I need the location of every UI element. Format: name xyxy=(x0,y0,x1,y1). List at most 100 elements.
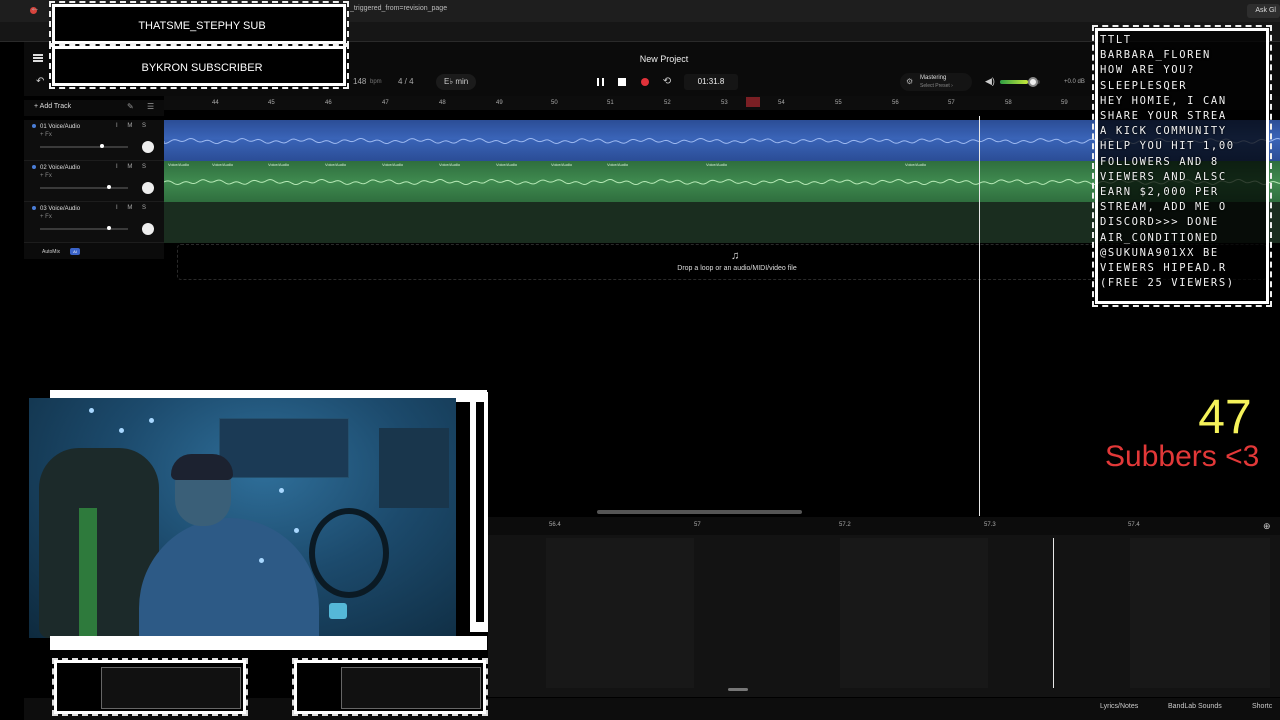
clip-label[interactable]: Voice/Audio xyxy=(212,162,233,167)
add-track-button[interactable]: + Add Track xyxy=(34,103,71,110)
chat-line: @SUKUNA901XX BE xyxy=(1100,246,1219,259)
drop-zone-text: Drop a loop or an audio/MIDI/video file xyxy=(677,265,797,272)
mute-solo-buttons[interactable]: I M S xyxy=(116,205,150,211)
chat-line: FOLLOWERS AND 8 xyxy=(1100,155,1219,168)
ask-button[interactable]: Ask Gl xyxy=(1247,4,1280,18)
overlay-pane xyxy=(101,667,241,709)
master-volume-knob[interactable] xyxy=(1028,77,1038,87)
sub-alert-text: THATSME_STEPHY SUB xyxy=(138,20,266,32)
chat-line: EARN $2,000 PER xyxy=(1100,186,1219,199)
track-volume-slider[interactable] xyxy=(40,185,128,189)
ruler-bar-number: 44 xyxy=(212,100,219,106)
track-volume-knob[interactable] xyxy=(107,226,111,230)
webcam-wall-pictures xyxy=(379,428,449,508)
pause-icon xyxy=(596,78,604,86)
stop-button[interactable] xyxy=(615,75,629,89)
tools-icon[interactable]: ✎ xyxy=(127,102,134,111)
lyrics-notes-button[interactable]: Lyrics/Notes xyxy=(1100,703,1138,710)
time-display: 01:31.8 xyxy=(684,74,738,90)
back-arrow-icon[interactable]: ← xyxy=(30,3,40,14)
track-control-2[interactable]: 02 Voice/Audio + Fx I M S xyxy=(24,161,164,202)
pan-knob[interactable] xyxy=(142,141,154,153)
track-color-dot xyxy=(32,206,36,210)
ruler-bar-number: 58 xyxy=(1005,100,1012,106)
editor-grid-column xyxy=(840,538,988,688)
mastering-preset[interactable]: Select Preset › xyxy=(920,83,953,89)
time-signature[interactable]: 4 / 4 xyxy=(398,77,414,86)
editor-ruler[interactable] xyxy=(488,517,1280,535)
ruler-bar-number: 59 xyxy=(1061,100,1068,106)
ruler-bar-number: 54 xyxy=(778,100,785,106)
playhead[interactable] xyxy=(979,116,980,516)
pan-knob[interactable] xyxy=(142,182,154,194)
editor-ruler-number: 56.4 xyxy=(549,522,561,528)
url-text[interactable]: _triggered_from=revision_page xyxy=(350,5,447,12)
mute-solo-buttons[interactable]: I M S xyxy=(116,164,150,170)
ruler-bar-number: 56 xyxy=(892,100,899,106)
loop-button[interactable]: ⟲ xyxy=(660,75,674,89)
automix-label[interactable]: AutoMix xyxy=(42,249,60,255)
disco-light xyxy=(119,428,124,433)
ruler-bar-number: 55 xyxy=(835,100,842,106)
bpm-value[interactable]: 148 xyxy=(353,77,366,86)
clip-label[interactable]: Voice/Audio xyxy=(706,162,727,167)
mute-solo-buttons[interactable]: I M S xyxy=(116,123,150,129)
pause-button[interactable] xyxy=(593,75,607,89)
clip-label[interactable]: Voice/Audio xyxy=(496,162,517,167)
ruler-bar-number: 52 xyxy=(664,100,671,106)
webcam-shelf xyxy=(219,418,349,478)
zoom-icon[interactable]: ⊕ xyxy=(1263,521,1271,532)
horizontal-scrollbar[interactable] xyxy=(597,510,802,514)
bandlab-sounds-button[interactable]: BandLab Sounds xyxy=(1168,703,1222,710)
editor-grid-column xyxy=(546,538,694,688)
key-selector[interactable]: E♭ min xyxy=(436,74,477,90)
clip-label[interactable]: Voice/Audio xyxy=(551,162,572,167)
track-control-1[interactable]: 01 Voice/Audio + Fx I M S xyxy=(24,120,164,161)
clip-label[interactable]: Voice/Audio xyxy=(268,162,289,167)
add-fx-button[interactable]: + Fx xyxy=(40,214,52,220)
track-volume-knob[interactable] xyxy=(107,185,111,189)
track-volume-slider[interactable] xyxy=(40,144,128,148)
record-button[interactable] xyxy=(638,75,652,89)
pan-knob[interactable] xyxy=(142,223,154,235)
chat-line: TTLT xyxy=(1100,34,1132,46)
track-name[interactable]: 01 Voice/Audio xyxy=(40,124,80,130)
mastering-label: Mastering xyxy=(920,75,947,81)
undo-icon[interactable]: ↶ xyxy=(36,76,44,87)
editor-playhead[interactable] xyxy=(1053,538,1054,688)
clip-label[interactable]: Voice/Audio xyxy=(168,162,189,167)
chat-line: HEY HOMIE, I CAN xyxy=(1100,94,1227,107)
overlay-pane xyxy=(341,667,481,709)
chat-line: HOW ARE YOU? xyxy=(1100,64,1196,77)
ruler-marker[interactable] xyxy=(746,97,760,107)
music-note-icon: ♫ xyxy=(731,250,740,262)
add-fx-button[interactable]: + Fx xyxy=(40,173,52,179)
track-name[interactable]: 02 Voice/Audio xyxy=(40,165,80,171)
add-fx-button[interactable]: + Fx xyxy=(40,132,52,138)
ruler-bar-number: 48 xyxy=(439,100,446,106)
clip-label[interactable]: Voice/Audio xyxy=(325,162,346,167)
disco-light xyxy=(149,418,154,423)
speaker-icon[interactable]: ◀) xyxy=(985,76,995,87)
list-icon[interactable]: ☰ xyxy=(147,102,154,111)
editor-ruler-number: 57.4 xyxy=(1128,522,1140,528)
clip-label[interactable]: Voice/Audio xyxy=(905,162,926,167)
track-name[interactable]: 03 Voice/Audio xyxy=(40,206,80,212)
project-title[interactable]: New Project xyxy=(600,54,728,64)
track-volume-slider[interactable] xyxy=(40,226,128,230)
chat-line: BARBARA_FLOREN xyxy=(1100,49,1211,62)
hamburger-menu-icon[interactable] xyxy=(33,54,43,62)
editor-scroll-handle[interactable] xyxy=(728,688,748,691)
track-color-dot xyxy=(32,165,36,169)
chat-line: VIEWERS HIPEAD.R xyxy=(1100,262,1227,275)
editor-ruler-number: 57.2 xyxy=(839,522,851,528)
ruler-bar-number: 49 xyxy=(496,100,503,106)
stop-icon xyxy=(618,78,626,86)
track-volume-knob[interactable] xyxy=(100,144,104,148)
track-control-3[interactable]: 03 Voice/Audio + Fx I M S xyxy=(24,202,164,243)
shortcuts-button[interactable]: Shortc xyxy=(1252,703,1272,710)
clip-label[interactable]: Voice/Audio xyxy=(439,162,460,167)
clip-label[interactable]: Voice/Audio xyxy=(382,162,403,167)
ruler-bar-number: 53 xyxy=(721,100,728,106)
clip-label[interactable]: Voice/Audio xyxy=(607,162,628,167)
